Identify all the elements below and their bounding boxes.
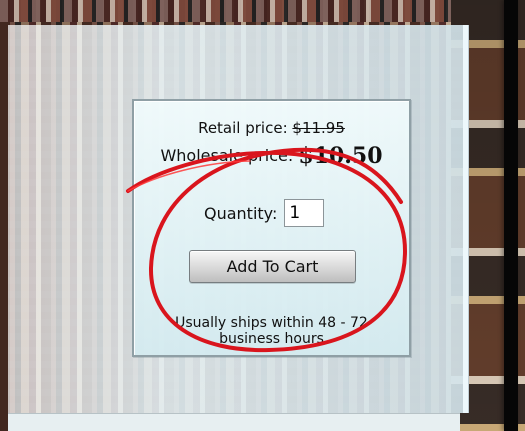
quantity-label: Quantity:	[204, 203, 278, 223]
shipping-time-text: Usually ships within 48 - 72 business ho…	[175, 315, 368, 347]
bottom-content-strip	[8, 413, 460, 431]
wholesale-price-label: Wholesale price:	[160, 146, 294, 165]
right-scroll-edge	[504, 0, 518, 431]
screenshot-scene: Retail price: $11.95 Wholesale price: $1…	[0, 0, 525, 431]
quantity-input[interactable]	[284, 199, 325, 227]
product-purchase-box: Retail price: $11.95 Wholesale price: $1…	[132, 99, 411, 357]
retail-price-label: Retail price:	[198, 119, 288, 137]
retail-price-value: $11.95	[292, 119, 345, 137]
retail-price-line: Retail price: $11.95	[134, 119, 409, 137]
quantity-row: Quantity:	[204, 197, 325, 229]
add-to-cart-button[interactable]: Add To Cart	[189, 250, 356, 283]
bookshelf-background-top	[0, 0, 525, 22]
wholesale-price-line: Wholesale price: $10.50	[134, 144, 409, 168]
wholesale-price-value: $10.50	[298, 143, 383, 169]
